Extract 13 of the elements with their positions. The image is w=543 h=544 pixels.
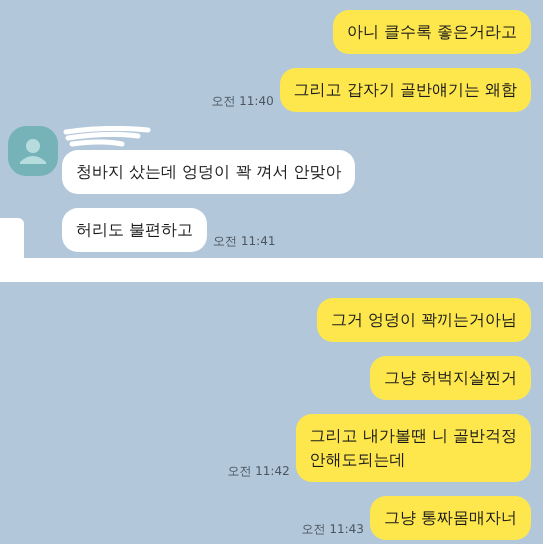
received-message-bubble: 청바지 샀는데 엉덩이 꽉 껴서 안맞아: [62, 150, 356, 194]
avatar-icon[interactable]: [8, 126, 58, 176]
message-time: 오전 11:43: [302, 521, 364, 538]
message-time: 오전 11:42: [227, 463, 290, 480]
message-time: 오전 11:40: [211, 93, 274, 110]
sent-message-bubble: 그리고 갑자기 골반얘기는 왜함: [280, 68, 531, 112]
received-message-bubble: 허리도 불편하고: [62, 208, 208, 252]
message-time: 오전 11:41: [213, 233, 276, 250]
sent-message-bubble: 그리고 내가볼땐 니 골반걱정 안해도되는데: [296, 414, 531, 482]
sent-message-bubble: 그냥 허벅지살찐거: [370, 356, 531, 400]
sent-message-bubble: 그거 엉덩이 꽉끼는거아님: [316, 298, 531, 342]
sent-message-bubble: 아니 클수록 좋은거라고: [332, 10, 531, 54]
sent-message-bubble: 그냥 통짜몸매자너: [370, 496, 531, 540]
